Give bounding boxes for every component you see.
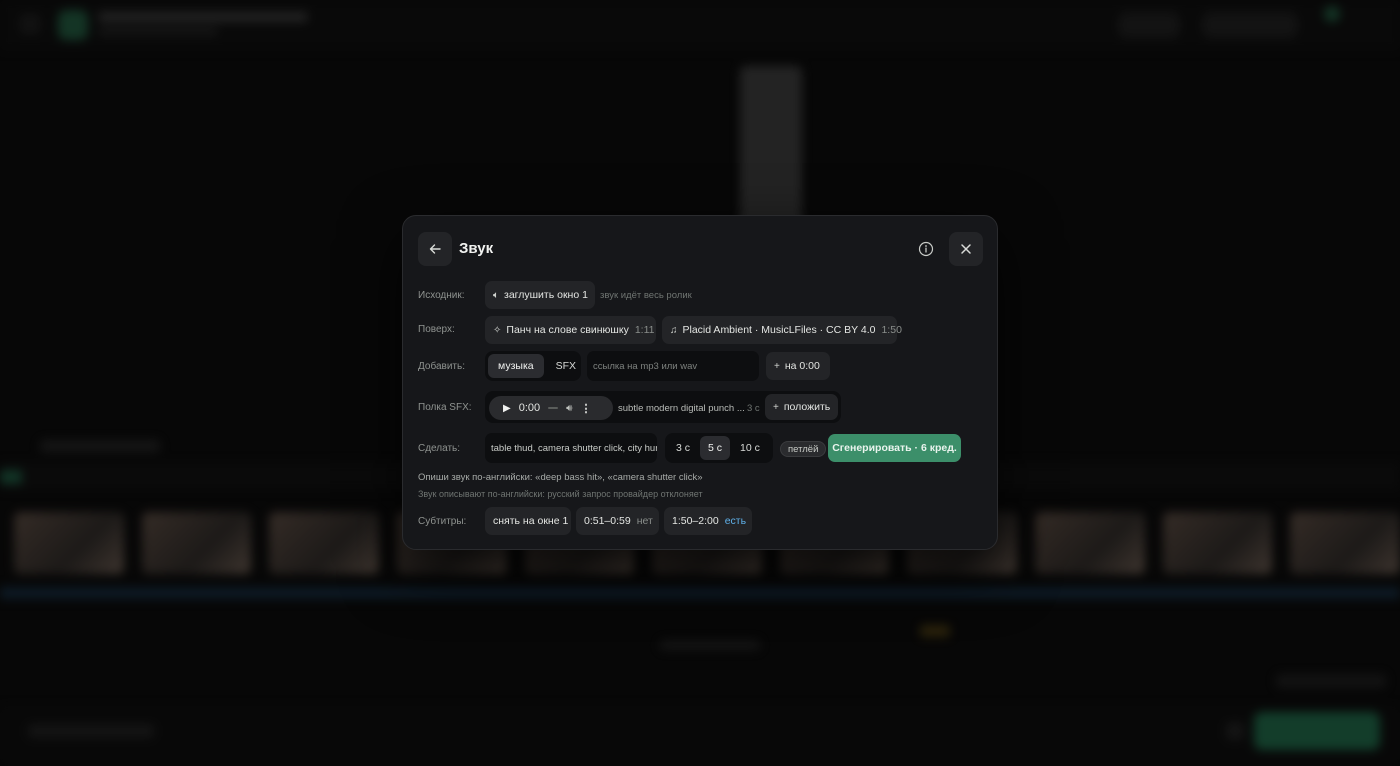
video-thumbnail	[14, 512, 124, 574]
place-sfx-label: положить	[783, 401, 831, 413]
primary-action-button	[1254, 712, 1380, 750]
subtitle-range-status: есть	[724, 515, 747, 527]
overlay-item-duration: 1:50	[881, 324, 902, 336]
player-time: 0:00	[518, 402, 541, 414]
overlay-item-duration: 1:11	[634, 324, 655, 336]
mute-window-button[interactable]: 🔈︎ заглушить окно 1	[485, 281, 595, 309]
mute-window-label: заглушить окно 1	[504, 289, 588, 301]
back-button[interactable]	[418, 232, 452, 266]
play-icon[interactable]: ▶	[503, 403, 511, 414]
status-dot	[1324, 6, 1340, 22]
provider-warning: Звук описывают по-английски: русский зап…	[418, 489, 703, 499]
subtitle-range-status: нет	[636, 515, 653, 527]
info-button[interactable]	[917, 240, 935, 258]
plus-icon: +	[774, 360, 780, 372]
editor-topbar	[0, 0, 1400, 50]
close-button[interactable]	[949, 232, 983, 266]
sfx-item-title: subtle modern digital punch ...	[618, 403, 745, 414]
tab-sfx[interactable]: SFX	[546, 354, 586, 378]
overlay-item-title: Панч на слове свинюшку	[506, 324, 629, 336]
source-label: Исходник:	[418, 290, 465, 301]
video-thumbnail	[1290, 512, 1400, 574]
plus-icon: +	[773, 401, 779, 413]
dialog-title: Звук	[459, 240, 494, 257]
info-icon	[918, 241, 934, 257]
subtitle-range-time: 1:50–2:00	[672, 515, 719, 527]
overlay-item[interactable]: ✧ Панч на слове свинюшку 1:11	[485, 316, 656, 344]
close-icon	[961, 244, 971, 254]
add-at-time-label: на 0:00	[784, 360, 820, 372]
editor-bottombar	[0, 706, 1400, 766]
add-at-time-button[interactable]: + на 0:00	[766, 352, 830, 380]
project-subtitle-placeholder	[98, 28, 218, 35]
app-logo	[58, 10, 88, 40]
subtitles-label: Субтитры:	[418, 516, 467, 527]
speaker-mute-icon: 🔈︎	[493, 289, 499, 301]
overlay-item-title: Placid Ambient · MusicLFiles · CC BY 4.0	[682, 324, 876, 336]
bottom-icon	[1226, 722, 1244, 740]
tab-music[interactable]: музыка	[488, 354, 544, 378]
audio-player: ▶ 0:00 🔊︎ ⋮	[489, 396, 613, 420]
volume-icon[interactable]: 🔊︎	[566, 403, 572, 414]
menu-icon	[20, 14, 40, 34]
overlay-label: Поверх:	[418, 324, 455, 335]
make-label: Сделать:	[418, 443, 461, 454]
topbar-button	[1202, 12, 1298, 38]
sound-prompt-input[interactable]: table thud, camera shutter click, city h…	[485, 433, 657, 463]
add-type-switch: музыка SFX	[485, 351, 581, 381]
sparkle-icon: ✧	[493, 324, 502, 336]
place-sfx-button[interactable]: + положить	[765, 394, 838, 420]
duration-10s[interactable]: 10 с	[732, 436, 768, 460]
video-thumbnail	[1162, 512, 1273, 574]
caption-placeholder	[660, 640, 760, 650]
subtitle-range[interactable]: 1:50–2:00 есть	[664, 507, 752, 535]
project-title-placeholder	[98, 12, 308, 22]
duration-3s[interactable]: 3 с	[668, 436, 698, 460]
overlay-item[interactable]: ♫ Placid Ambient · MusicLFiles · CC BY 4…	[662, 316, 902, 344]
add-label: Добавить:	[418, 361, 465, 372]
option-placeholder	[1276, 674, 1386, 688]
sfx-shelf-label: Полка SFX:	[418, 402, 472, 413]
track-label	[40, 440, 160, 452]
video-thumbnail	[269, 512, 379, 574]
arrow-left-icon	[429, 244, 441, 254]
playhead-marker	[0, 470, 22, 484]
source-hint: звук идёт весь ролик	[600, 290, 692, 301]
topbar-button	[1118, 12, 1180, 38]
remove-subtitles-button[interactable]: снять на окне 1	[485, 507, 571, 535]
video-thumbnail	[1035, 512, 1145, 574]
marker	[920, 625, 950, 637]
subtitle-range[interactable]: 0:51–0:59 нет	[576, 507, 659, 535]
more-vertical-icon[interactable]: ⋮	[580, 402, 591, 415]
bottom-label	[28, 724, 154, 738]
progress-bar[interactable]	[548, 407, 559, 409]
loop-toggle[interactable]: петлёй	[780, 441, 827, 457]
generate-button[interactable]: Сгенерировать · 6 кред.	[828, 434, 961, 462]
audio-waveform	[0, 590, 1400, 596]
audio-url-input[interactable]: ссылка на mp3 или wav	[587, 351, 759, 381]
video-thumbnail	[141, 512, 252, 574]
music-note-icon: ♫	[670, 324, 678, 336]
subtitle-range-time: 0:51–0:59	[584, 515, 631, 527]
duration-switch: 3 с 5 с 10 с	[665, 433, 773, 463]
duration-5s[interactable]: 5 с	[700, 436, 731, 460]
prompt-tip: Опиши звук по-английски: «deep bass hit»…	[418, 472, 703, 483]
sound-dialog: Звук Исходник: 🔈︎ заглушить окно 1 звук …	[402, 215, 998, 550]
sfx-item-duration: 3 с	[747, 403, 760, 414]
